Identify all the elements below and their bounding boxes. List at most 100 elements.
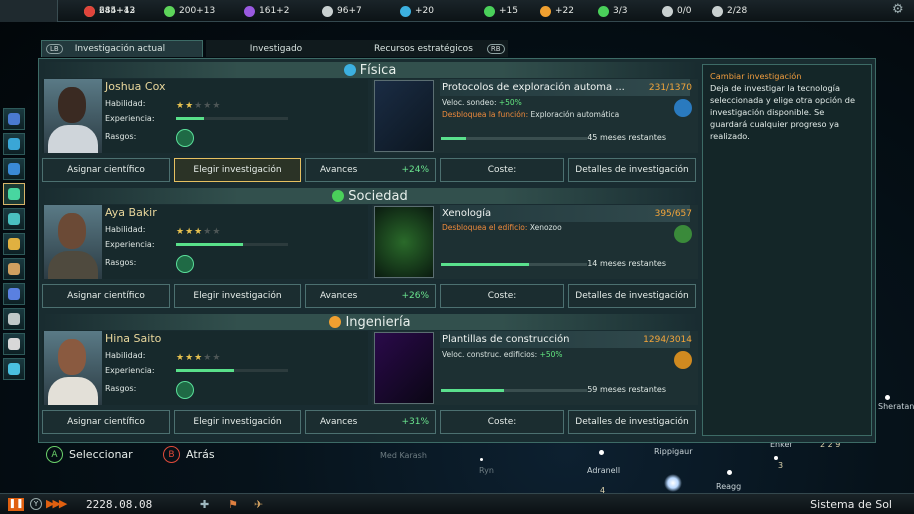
skill-label: Habilidad:	[105, 351, 146, 360]
resource-value: 96+7	[337, 6, 362, 16]
research-project[interactable]: Xenología 395/657 Desbloquea el edificio…	[372, 205, 698, 279]
scientist-portrait	[44, 331, 102, 405]
trait-icon[interactable]	[176, 381, 194, 399]
skill-star: ★	[176, 353, 186, 363]
alert-icon[interactable]: ⚑	[228, 498, 238, 511]
research-details-button[interactable]: Detalles de investigación	[568, 284, 696, 308]
resource-value: 2/28	[727, 6, 748, 16]
advances-button[interactable]: Avances +26%	[305, 284, 436, 308]
tooltip-title: Cambiar investigación	[710, 71, 802, 81]
advances-button[interactable]: Avances +24%	[305, 158, 436, 182]
scientist-portrait	[44, 79, 102, 153]
tab-label: Investigado	[249, 43, 303, 54]
resource-fleet[interactable]: 2/28	[712, 0, 747, 22]
advances-value: +24%	[401, 165, 429, 175]
tab-current-research[interactable]: LB Investigación actual	[41, 40, 203, 57]
resource-influence-slots[interactable]: 3/3	[598, 0, 627, 22]
choose-research-button[interactable]: Elegir investigación	[174, 410, 301, 434]
research-slot: Hina Saito Habilidad: Experiencia: Rasgo…	[42, 331, 698, 437]
research-icon	[8, 188, 20, 200]
select-hint[interactable]: A Seleccionar	[46, 446, 133, 463]
tab-researched[interactable]: Investigado	[206, 40, 346, 57]
species-icon	[8, 238, 20, 250]
advances-label: Avances	[320, 417, 358, 427]
research-details-button[interactable]: Detalles de investigación	[568, 158, 696, 182]
scientist-card[interactable]: Hina Saito Habilidad: Experiencia: Rasgo…	[42, 331, 368, 405]
sidebar-situations-button[interactable]	[3, 333, 25, 355]
engineering-research-icon	[540, 5, 551, 17]
research-project[interactable]: Protocolos de exploración automa ... 231…	[372, 79, 698, 153]
assign-scientist-button[interactable]: Asignar científico	[42, 284, 170, 308]
sidebar-fleets-button[interactable]	[3, 358, 25, 380]
sidebar-leaders-button[interactable]	[3, 258, 25, 280]
cost-button[interactable]: Coste:	[440, 410, 564, 434]
society-research-icon	[484, 5, 495, 17]
star[interactable]	[774, 456, 778, 460]
pause-button[interactable]: ❚❚	[8, 498, 24, 511]
resource-food[interactable]: 200+13	[164, 0, 215, 22]
ship-icon[interactable]: ✈	[254, 498, 263, 511]
research-project[interactable]: Plantillas de construcción 1294/3014 Vel…	[372, 331, 698, 405]
unity-icon[interactable]: ✚	[200, 498, 209, 511]
skill-star: ★	[185, 227, 195, 237]
choose-research-button[interactable]: Elegir investigación	[174, 158, 301, 182]
fleet-icon	[712, 5, 723, 17]
speed-indicator[interactable]: ▶▶▶	[46, 497, 67, 510]
project-unlock: Desbloquea la función: Exploración autom…	[442, 110, 620, 119]
system-name[interactable]: Sistema de Sol	[810, 498, 892, 511]
sidebar-contacts-button[interactable]	[3, 108, 25, 130]
sidebar-military-button[interactable]	[3, 308, 25, 330]
resource-physics[interactable]: +20	[400, 0, 434, 22]
star[interactable]	[480, 458, 483, 461]
back-hint[interactable]: B Atrás	[163, 446, 215, 463]
resource-engineering[interactable]: +22	[540, 0, 574, 22]
assign-scientist-button[interactable]: Asignar científico	[42, 410, 170, 434]
skill-star: ★	[203, 353, 213, 363]
assign-scientist-button[interactable]: Asignar científico	[42, 158, 170, 182]
star-sol[interactable]	[664, 474, 682, 492]
experience-bar	[176, 243, 288, 246]
trait-icon[interactable]	[176, 129, 194, 147]
trait-icon[interactable]	[176, 255, 194, 273]
menu-button[interactable]	[0, 0, 58, 22]
sidebar-planets-button[interactable]	[3, 133, 25, 155]
scientist-card[interactable]: Aya Bakir Habilidad: Experiencia: Rasgos…	[42, 205, 368, 279]
a-button-icon: A	[46, 446, 63, 463]
sidebar-expansion-button[interactable]	[3, 158, 25, 180]
tab-label: Investigación actual	[74, 44, 166, 54]
resource-influence[interactable]: 161+2	[244, 0, 289, 22]
sidebar-traditions-button[interactable]	[3, 283, 25, 305]
skill-star: ★	[176, 227, 186, 237]
months-remaining: 45 meses restantes	[587, 133, 666, 142]
y-button-icon: Y	[30, 498, 42, 510]
advances-label: Avances	[320, 165, 358, 175]
resource-unity[interactable]: 96+7	[322, 0, 362, 22]
skill-stars: ★★★★★	[176, 227, 221, 237]
cost-button[interactable]: Coste:	[440, 284, 564, 308]
choose-research-button[interactable]: Elegir investigación	[174, 284, 301, 308]
star[interactable]	[727, 470, 732, 475]
star[interactable]	[599, 450, 604, 455]
sidebar-research-button[interactable]	[3, 183, 25, 205]
resource-starbases[interactable]: 0/0	[662, 0, 691, 22]
resource-society[interactable]: +15	[484, 0, 518, 22]
research-details-button[interactable]: Detalles de investigación	[568, 410, 696, 434]
leader-icon	[8, 263, 20, 275]
advances-button[interactable]: Avances +31%	[305, 410, 436, 434]
sidebar-species-button[interactable]	[3, 233, 25, 255]
sidebar-policies-button[interactable]	[3, 208, 25, 230]
gear-icon[interactable]: ⚙	[892, 3, 906, 17]
cost-button[interactable]: Coste:	[440, 158, 564, 182]
resource-minerals[interactable]: 285+43	[84, 0, 135, 22]
skill-star: ★	[194, 227, 204, 237]
project-progress-bar	[441, 263, 587, 266]
resource-value: +22	[555, 6, 574, 16]
category-header: Ingeniería	[42, 314, 698, 330]
tab-strategic-resources[interactable]: Recursos estratégicos RB	[346, 40, 508, 57]
stars-icon	[8, 338, 20, 350]
resource-value: 0/0	[677, 6, 692, 16]
tooltip-text: Deja de investigar la tecnología selecci…	[710, 83, 856, 141]
advances-value: +31%	[401, 417, 429, 427]
scientist-card[interactable]: Joshua Cox Habilidad: Experiencia: Rasgo…	[42, 79, 368, 153]
star[interactable]	[885, 395, 890, 400]
